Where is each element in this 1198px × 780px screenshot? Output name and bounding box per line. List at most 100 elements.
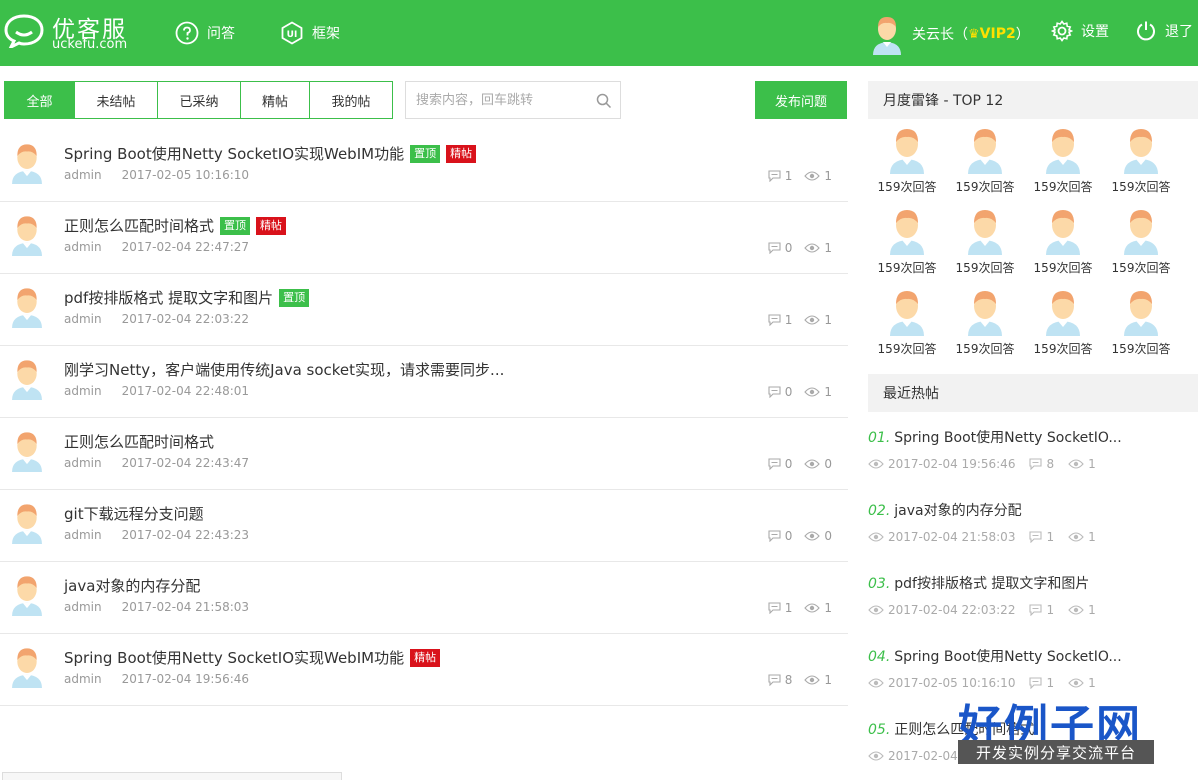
avatar[interactable]	[966, 205, 1004, 255]
view-count: 1	[824, 169, 832, 183]
comment-count: 0	[784, 529, 793, 543]
avatar[interactable]	[8, 428, 46, 472]
eye-icon	[1068, 532, 1084, 542]
nav-framework[interactable]: UI 框架	[280, 20, 340, 46]
settings-label: 设置	[1081, 24, 1109, 40]
avatar[interactable]	[1044, 286, 1082, 336]
hot-post-meta: 2017-02-04 19:56:46 8 1	[868, 457, 1198, 471]
comment-count: 0	[784, 385, 793, 399]
answer-count: 159次回答	[1111, 342, 1171, 356]
tab-unresolved[interactable]: 未结帖	[75, 82, 158, 118]
post-time: 2017-02-04 22:43:47	[121, 456, 250, 470]
tab-all[interactable]: 全部	[5, 82, 75, 118]
avatar[interactable]	[966, 286, 1004, 336]
avatar[interactable]	[1122, 286, 1160, 336]
eye-icon	[804, 171, 821, 181]
hot-post-title[interactable]: 04. Spring Boot使用Netty SocketIO...	[868, 646, 1198, 666]
post-row[interactable]: git下载远程分支问题 admin 2017-02-04 22:43:23 0 0	[0, 490, 848, 562]
logo[interactable]: 优客服 uckefu.com	[4, 8, 144, 56]
post-row[interactable]: pdf按排版格式 提取文字和图片 置顶 admin 2017-02-04 22:03:…	[0, 274, 848, 346]
answer-count: 159次回答	[955, 342, 1015, 356]
post-row[interactable]: 正则怎么匹配时间格式 admin 2017-02-04 22:43:47 0 0	[0, 418, 848, 490]
avatar[interactable]	[8, 572, 46, 616]
post-title[interactable]: 刚学习Netty，客户端使用传统Java socket实现，请求需要同步...	[64, 359, 504, 380]
post-row[interactable]: Spring Boot使用Netty SocketIO实现WebIM功能 精帖 ad…	[0, 634, 848, 706]
avatar[interactable]	[1122, 205, 1160, 255]
post-row[interactable]: Spring Boot使用Netty SocketIO实现WebIM功能 置顶 精帖…	[0, 130, 848, 202]
post-meta: admin 2017-02-04 22:43:47	[64, 456, 249, 470]
top-user[interactable]: 159次回答	[946, 124, 1024, 195]
logout-button[interactable]: 退了	[1135, 20, 1193, 42]
top-user[interactable]: 159次回答	[1102, 205, 1180, 276]
hot-post-item: 01. Spring Boot使用Netty SocketIO... 2017-02…	[868, 427, 1198, 471]
top-user[interactable]: 159次回答	[946, 205, 1024, 276]
avatar[interactable]	[888, 205, 926, 255]
tab-featured[interactable]: 精帖	[241, 82, 310, 118]
eye-icon	[804, 459, 821, 469]
post-row[interactable]: 正则怎么匹配时间格式 置顶 精帖 admin 2017-02-04 22:47:27 0 1	[0, 202, 848, 274]
answer-count: 159次回答	[877, 261, 937, 275]
post-meta: admin 2017-02-04 22:47:27	[64, 240, 249, 254]
vip-crown-icon: ♛	[968, 26, 980, 42]
avatar[interactable]	[1122, 124, 1160, 174]
post-title[interactable]: java对象的内存分配	[64, 575, 200, 596]
top-user[interactable]: 159次回答	[946, 286, 1024, 357]
top-user[interactable]: 159次回答	[1102, 286, 1180, 357]
top-user[interactable]: 159次回答	[1024, 124, 1102, 195]
top-header: 优客服 uckefu.com 问答 UI 框架 关云长（ ♛ VIP2 ） 设置…	[0, 0, 1198, 66]
view-count: 0	[824, 529, 832, 543]
avatar[interactable]	[8, 140, 46, 184]
tab-mine[interactable]: 我的帖	[310, 82, 392, 118]
avatar[interactable]	[1044, 205, 1082, 255]
avatar[interactable]	[888, 286, 926, 336]
avatar[interactable]	[888, 124, 926, 174]
comment-icon	[768, 458, 781, 470]
user-menu[interactable]: 关云长（ ♛ VIP2 ）	[870, 12, 1030, 56]
nav-qa[interactable]: 问答	[175, 20, 235, 46]
post-title[interactable]: 正则怎么匹配时间格式 置顶 精帖	[64, 215, 287, 236]
hot-post-title[interactable]: 01. Spring Boot使用Netty SocketIO...	[868, 427, 1198, 447]
post-title-text: git下载远程分支问题	[64, 505, 204, 523]
post-stats: 11	[756, 313, 832, 327]
avatar[interactable]	[8, 500, 46, 544]
gear-icon	[1051, 20, 1073, 42]
avatar[interactable]	[8, 644, 46, 688]
avatar[interactable]	[8, 212, 46, 256]
pinned-badge: 置顶	[220, 216, 251, 235]
view-count: 1	[824, 601, 832, 615]
post-title[interactable]: pdf按排版格式 提取文字和图片 置顶	[64, 287, 310, 308]
search-box	[405, 81, 621, 119]
hot-post-title[interactable]: 03. pdf按排版格式 提取文字和图片	[868, 573, 1198, 593]
search-input[interactable]	[416, 85, 596, 115]
post-title[interactable]: Spring Boot使用Netty SocketIO实现WebIM功能 精帖	[64, 647, 441, 668]
publish-question-button[interactable]: 发布问题	[755, 81, 847, 119]
avatar[interactable]	[1044, 124, 1082, 174]
post-time: 2017-02-04 22:48:01	[121, 384, 250, 398]
tab-accepted[interactable]: 已采纳	[158, 82, 241, 118]
search-icon[interactable]	[596, 93, 612, 109]
post-title[interactable]: 正则怎么匹配时间格式	[64, 431, 214, 452]
avatar[interactable]	[8, 284, 46, 328]
power-icon	[1137, 21, 1155, 41]
top-user[interactable]: 159次回答	[1024, 205, 1102, 276]
top-user[interactable]: 159次回答	[868, 205, 946, 276]
settings-button[interactable]: 设置	[1051, 20, 1109, 42]
hot-post-title-text: java对象的内存分配	[894, 503, 1022, 519]
post-row[interactable]: java对象的内存分配 admin 2017-02-04 21:58:03 1 1	[0, 562, 848, 634]
top-user[interactable]: 159次回答	[1102, 124, 1180, 195]
hot-post-title[interactable]: 02. java对象的内存分配	[868, 500, 1198, 520]
post-row[interactable]: 刚学习Netty，客户端使用传统Java socket实现，请求需要同步... a…	[0, 346, 848, 418]
post-title[interactable]: git下载远程分支问题	[64, 503, 204, 524]
top-user[interactable]: 159次回答	[868, 286, 946, 357]
hot-post-time: 2017-02-04	[888, 749, 958, 763]
post-title[interactable]: Spring Boot使用Netty SocketIO实现WebIM功能 置顶 精帖	[64, 143, 477, 164]
avatar[interactable]	[966, 124, 1004, 174]
avatar[interactable]	[8, 356, 46, 400]
view-count: 0	[824, 457, 832, 471]
top-user[interactable]: 159次回答	[868, 124, 946, 195]
comment-count: 1	[1046, 530, 1055, 544]
top-users-heading: 月度雷锋 - TOP 12	[868, 81, 1198, 119]
logout-label: 退了	[1165, 24, 1193, 40]
post-stats: 00	[756, 457, 832, 471]
top-user[interactable]: 159次回答	[1024, 286, 1102, 357]
